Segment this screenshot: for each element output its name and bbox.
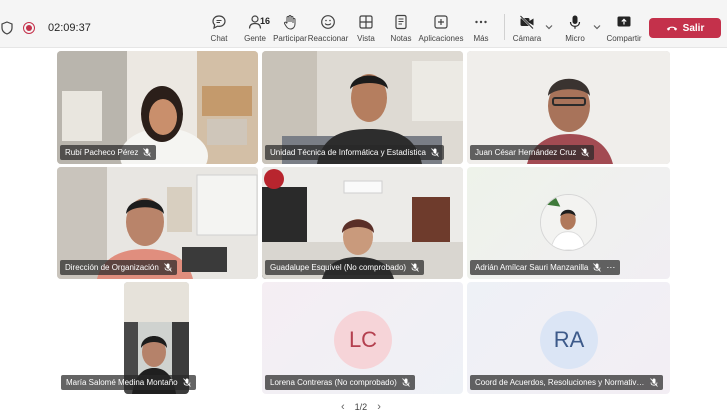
- mic-muted-icon: [401, 378, 410, 387]
- page-indicator: 1/2: [354, 402, 368, 412]
- meeting-status: 02:09:37: [0, 18, 91, 38]
- add-apps-icon: [434, 15, 448, 29]
- previous-page-chevron-left-icon[interactable]: ‹: [341, 401, 345, 413]
- participant-photo: [541, 195, 596, 250]
- participant-photo-avatar: [540, 194, 597, 251]
- mic-muted-icon: [650, 378, 658, 387]
- video-tile[interactable]: RA Coord de Acuerdos, Resoluciones y Nor…: [467, 282, 670, 394]
- participant-name: Guadalupe Esquivel (No comprobado): [270, 263, 407, 272]
- mic-muted-icon: [431, 148, 439, 157]
- share-button[interactable]: Compartir: [602, 14, 646, 44]
- participant-name-tag: Unidad Técnica de Informática y Estadíst…: [265, 145, 444, 160]
- mic-button[interactable]: Micro: [553, 14, 597, 44]
- participant-name: Coord de Acuerdos, Resoluciones y Normat…: [475, 378, 645, 387]
- video-tile[interactable]: Dirección de Organización: [57, 167, 258, 279]
- share-icon: [617, 16, 631, 27]
- grid-view-icon: [359, 15, 373, 29]
- raise-hand-icon: [283, 15, 296, 30]
- participant-initials-avatar: LC: [334, 311, 392, 369]
- chat-icon: [212, 15, 226, 30]
- next-page-chevron-right-icon[interactable]: ›: [377, 401, 381, 413]
- video-tile[interactable]: Rubí Pacheco Pérez: [57, 51, 258, 164]
- participant-name-tag: Guadalupe Esquivel (No comprobado): [265, 260, 425, 275]
- participant-name: Lorena Contreras (No comprobado): [270, 378, 397, 387]
- more-icon: [475, 20, 487, 24]
- participant-name-tag: Dirección de Organización: [60, 260, 177, 275]
- emoji-icon: [321, 15, 335, 29]
- recording-icon: [23, 22, 35, 34]
- participant-initials-avatar: RA: [540, 311, 598, 369]
- video-tile[interactable]: Adrián Amílcar Sauri Manzanilla ⋯: [467, 167, 670, 279]
- leave-label: Salir: [682, 22, 705, 34]
- video-tile[interactable]: Unidad Técnica de Informática y Estadíst…: [262, 51, 463, 164]
- more-options-icon[interactable]: ⋯: [606, 260, 615, 275]
- camera-off-icon: [519, 15, 534, 30]
- participant-name: Unidad Técnica de Informática y Estadíst…: [270, 148, 426, 157]
- participant-name-tag: Rubí Pacheco Pérez: [60, 145, 157, 160]
- participant-name: Rubí Pacheco Pérez: [65, 148, 139, 157]
- mic-muted-icon: [581, 148, 590, 157]
- participant-name: Juan César Hernández Cruz: [475, 148, 577, 157]
- notes-icon: [395, 14, 407, 30]
- participant-name: Adrián Amílcar Sauri Manzanilla: [475, 263, 589, 272]
- leave-button[interactable]: Salir: [649, 18, 721, 38]
- meeting-toolbar: 02:09:37 Chat 16 Gente Participar Reacci…: [0, 0, 727, 48]
- mic-muted-icon: [182, 378, 191, 387]
- participant-name-tag: Lorena Contreras (No comprobado): [265, 375, 415, 390]
- mic-muted-icon: [143, 148, 152, 157]
- video-tile[interactable]: Guadalupe Esquivel (No comprobado): [262, 167, 463, 279]
- mic-icon: [569, 15, 581, 29]
- participant-name-tag: Coord de Acuerdos, Resoluciones y Normat…: [470, 375, 663, 390]
- mic-muted-icon: [411, 263, 419, 272]
- participant-name-tag: Juan César Hernández Cruz: [470, 145, 595, 160]
- shield-icon: [1, 21, 13, 35]
- video-tile[interactable]: Juan César Hernández Cruz: [467, 51, 670, 164]
- share-label: Compartir: [606, 34, 642, 43]
- participant-name-tag: María Salomé Medina Montaño: [61, 375, 196, 390]
- meeting-timer: 02:09:37: [48, 22, 91, 34]
- hang-up-icon: [666, 26, 677, 31]
- participant-name: María Salomé Medina Montaño: [66, 378, 178, 387]
- participant-name: Dirección de Organización: [65, 263, 159, 272]
- video-tile[interactable]: LC Lorena Contreras (No comprobado): [262, 282, 463, 394]
- mic-muted-icon: [164, 263, 172, 272]
- participant-name-tag: Adrián Amílcar Sauri Manzanilla ⋯: [470, 260, 621, 275]
- mic-options-chevron-down-icon[interactable]: [592, 22, 602, 32]
- mic-muted-icon: [593, 263, 602, 272]
- gallery-pager: ‹ 1/2 ›: [341, 401, 381, 413]
